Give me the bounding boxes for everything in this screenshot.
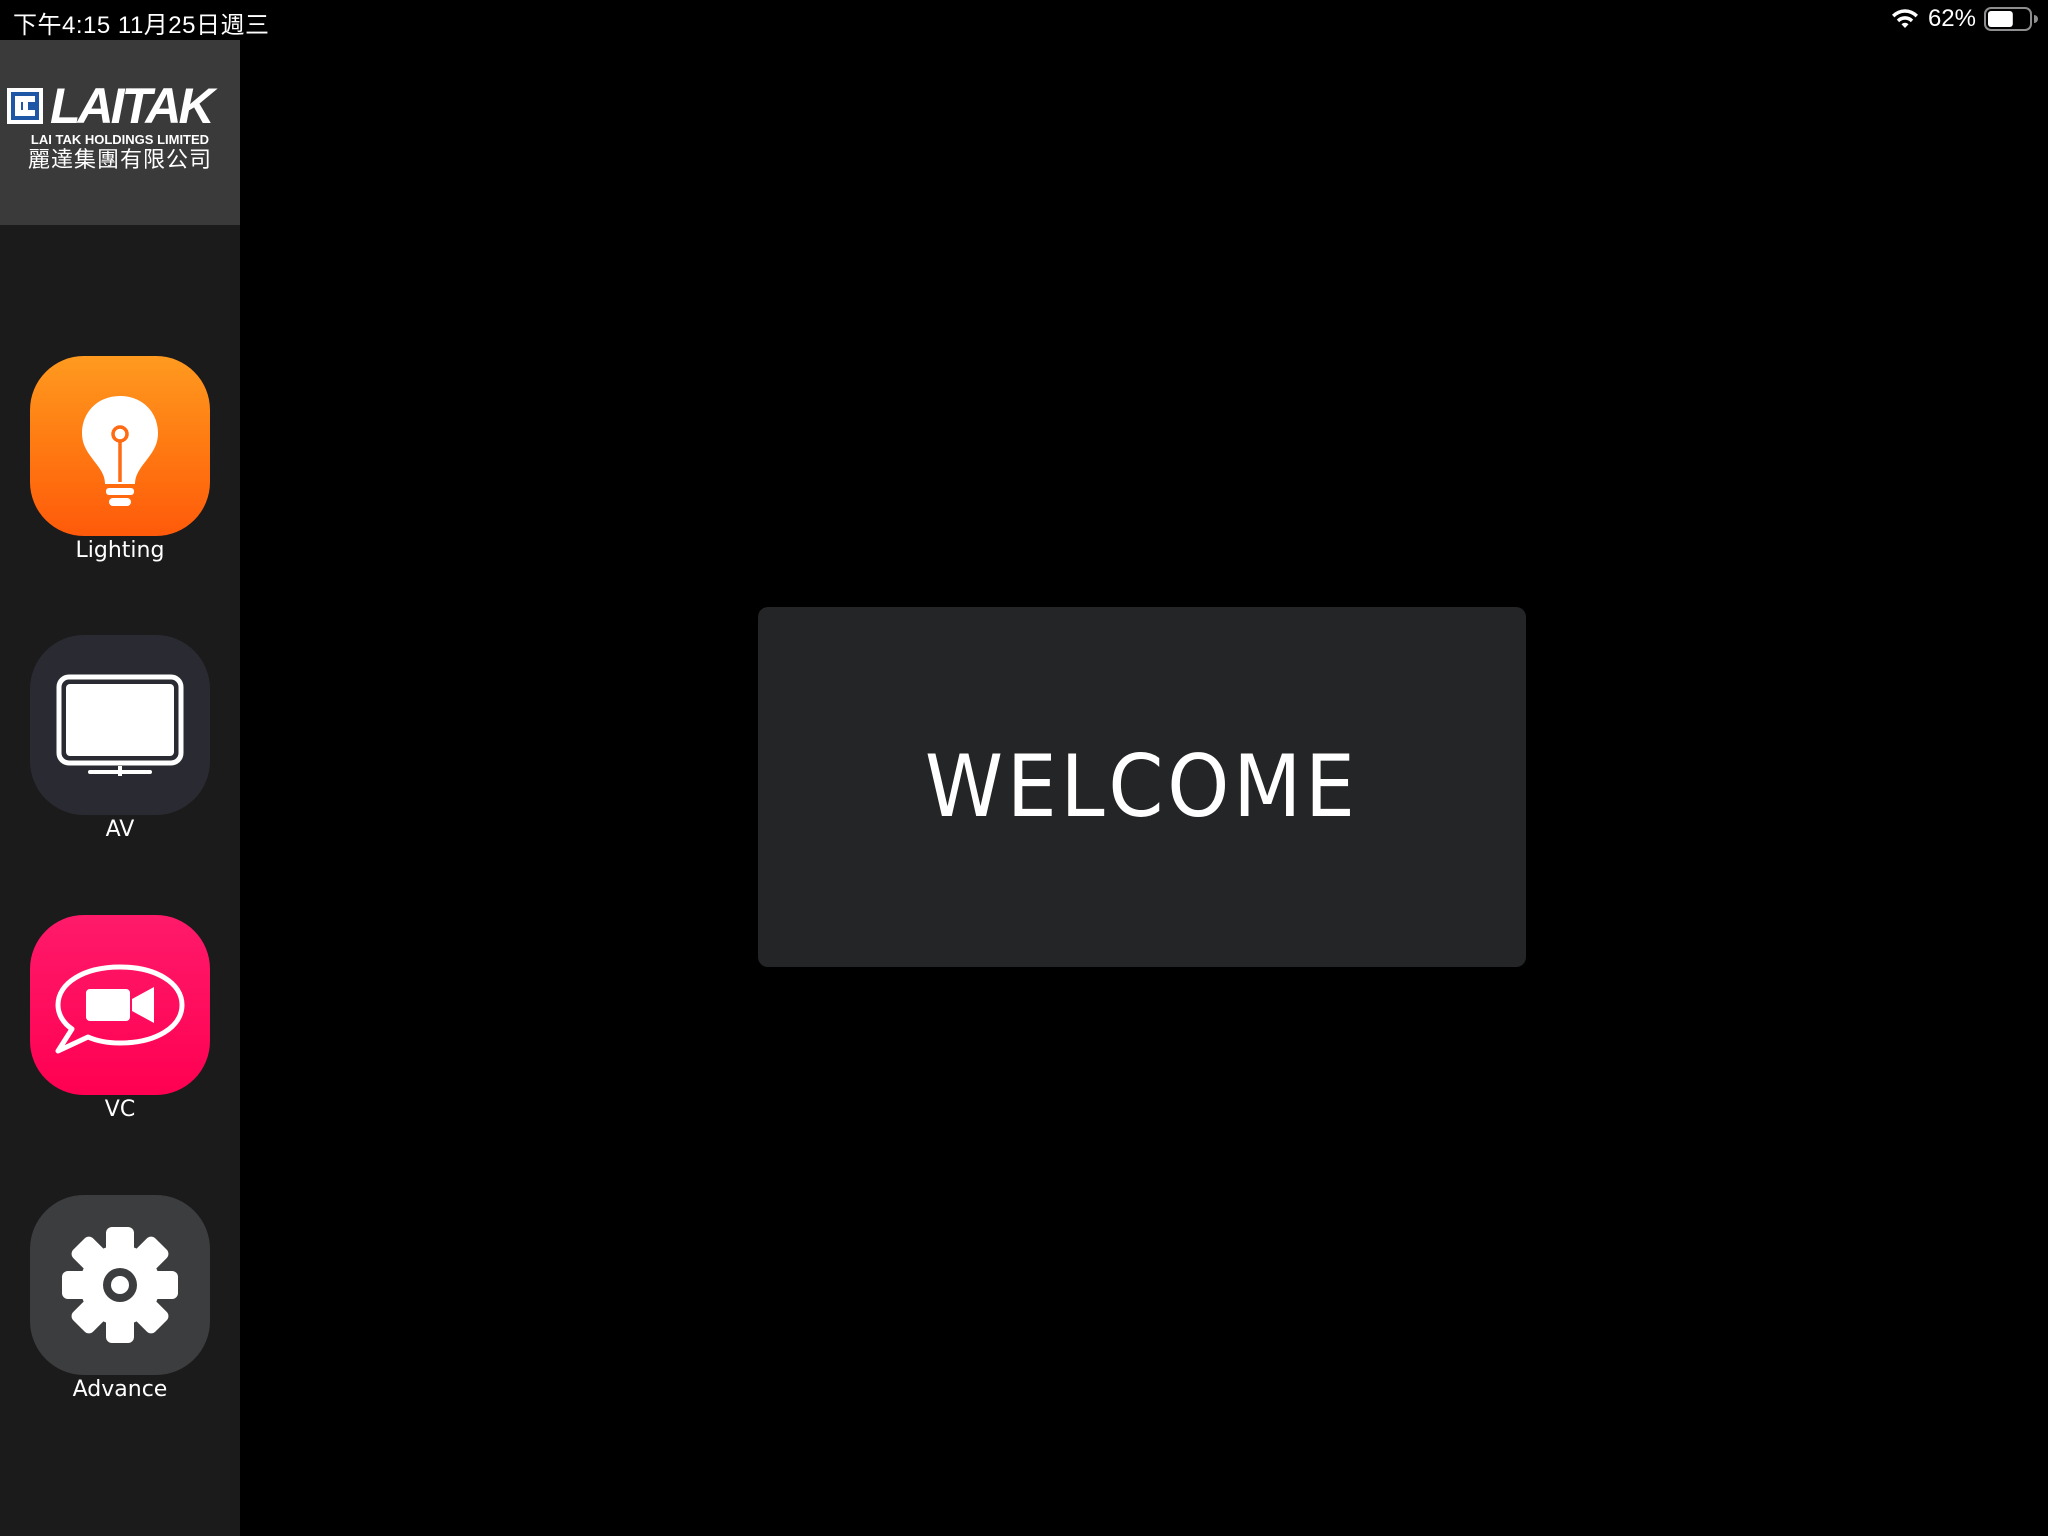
laitak-logo-mark-icon xyxy=(7,88,43,124)
nav-av-label: AV xyxy=(105,817,135,842)
welcome-heading: WELCOME xyxy=(925,737,1359,837)
nav-vc-label: VC xyxy=(104,1097,136,1122)
status-time: 下午4:15 11月25日週三 xyxy=(13,12,270,39)
control-panel-screen: 下午4:15 11月25日週三 62% LAITAK LAI TAK HOLDI… xyxy=(0,0,2048,1536)
logo-wordmark: LAITAK xyxy=(50,78,215,134)
nav-vc-button[interactable]: VC xyxy=(0,915,240,1145)
nav-lighting-button[interactable]: Lighting xyxy=(0,356,240,586)
video-chat-icon xyxy=(30,915,210,1095)
monitor-icon xyxy=(30,635,210,815)
wifi-icon xyxy=(1891,9,1918,28)
battery-percentage: 62% xyxy=(1927,5,1976,32)
status-bar: 下午4:15 11月25日週三 62% xyxy=(0,0,2048,40)
nav-lighting-label: Lighting xyxy=(75,538,165,563)
nav-advance-label: Advance xyxy=(72,1377,168,1402)
lightbulb-icon xyxy=(30,356,210,536)
status-indicators: 62% xyxy=(1890,5,2038,33)
nav-av-button[interactable]: AV xyxy=(0,635,240,865)
battery-icon xyxy=(1984,7,2038,31)
gear-icon xyxy=(30,1195,210,1375)
logo-chinese-name: 麗達集團有限公司 xyxy=(27,148,212,173)
nav-advance-button[interactable]: Advance xyxy=(0,1195,240,1425)
sidebar: LAITAK LAI TAK HOLDINGS LIMITED 麗達集團有限公司… xyxy=(0,40,240,1536)
welcome-panel: WELCOME xyxy=(758,607,1526,967)
company-logo: LAITAK LAI TAK HOLDINGS LIMITED 麗達集團有限公司 xyxy=(0,40,240,225)
